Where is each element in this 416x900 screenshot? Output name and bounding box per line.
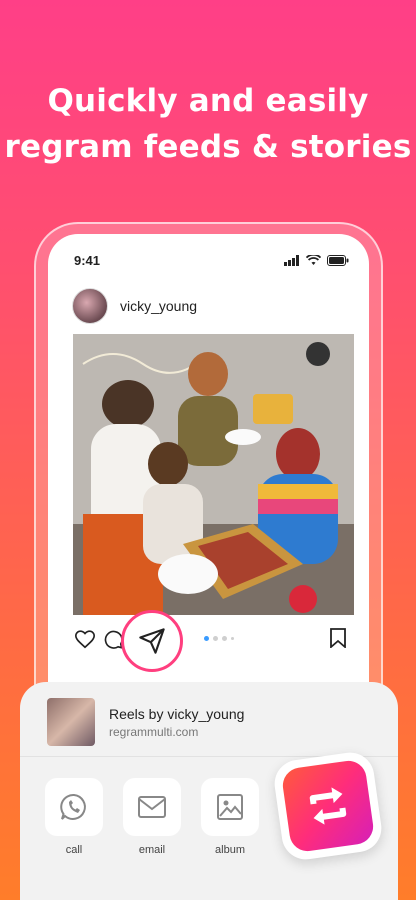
share-target-email[interactable]: email (123, 778, 181, 856)
avatar[interactable] (72, 288, 108, 324)
post-actions (74, 626, 349, 656)
share-preview: Reels by vicky_young regrammulti.com (47, 698, 244, 746)
post-username[interactable]: vicky_young (120, 298, 197, 314)
heart-icon[interactable] (74, 628, 96, 650)
email-icon (138, 796, 166, 818)
carousel-indicator (204, 636, 234, 641)
carousel-dot (204, 636, 209, 641)
headline-line-1: Quickly and easily (47, 83, 369, 119)
post-photo[interactable] (73, 334, 354, 615)
share-subtitle: regrammulti.com (109, 724, 199, 739)
carousel-dot (231, 637, 234, 640)
post-header: vicky_young (72, 288, 197, 324)
carousel-dot (222, 636, 227, 641)
status-bar: 9:41 (74, 252, 349, 268)
promo-headline: Quickly and easily regram feeds & storie… (0, 78, 416, 170)
battery-icon (327, 254, 349, 266)
wifi-icon (306, 254, 321, 265)
share-target-album[interactable]: album (201, 778, 259, 856)
whatsapp-icon (60, 793, 86, 820)
share-targets: call email album (45, 778, 259, 856)
reel-thumbnail (47, 698, 95, 746)
party-photo-illustration (73, 334, 354, 615)
share-title: Reels by vicky_young (109, 705, 245, 722)
app-icon-gradient (280, 758, 376, 854)
share-label: album (215, 844, 245, 856)
status-time: 9:41 (74, 252, 101, 268)
share-tile[interactable] (201, 778, 259, 836)
send-button[interactable] (121, 610, 183, 672)
signal-icon (284, 254, 299, 266)
headline-line-2: regram feeds & stories (4, 129, 412, 165)
share-label: email (138, 844, 166, 856)
carousel-dot (213, 636, 218, 641)
album-icon (217, 794, 243, 820)
repost-arrows-icon (309, 787, 347, 825)
regram-app-icon[interactable] (271, 749, 385, 863)
share-target-call[interactable]: call (45, 778, 103, 856)
share-tile[interactable] (123, 778, 181, 836)
bookmark-icon[interactable] (329, 628, 347, 648)
share-tile[interactable] (45, 778, 103, 836)
paper-plane-icon (139, 628, 165, 654)
share-label: call (65, 844, 83, 856)
